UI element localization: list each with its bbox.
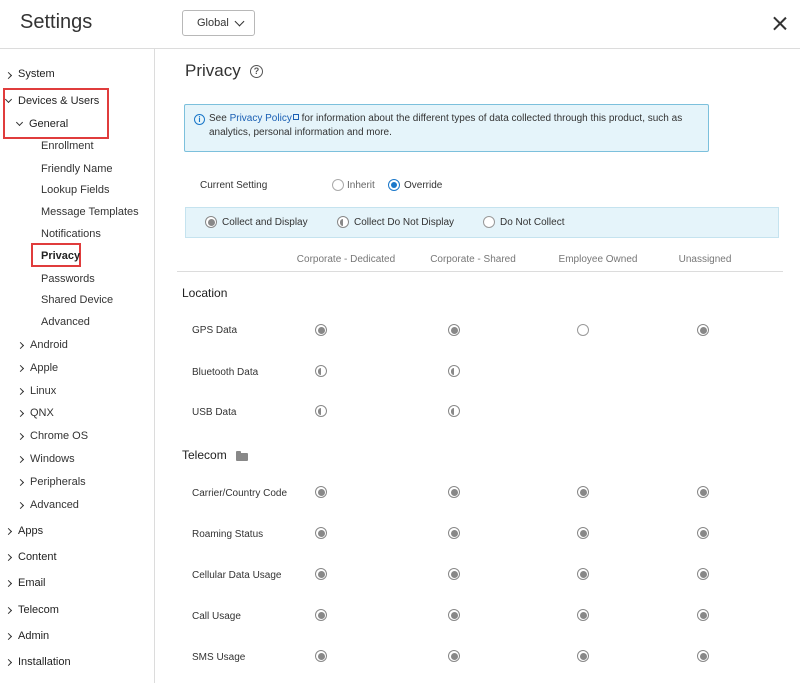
chevron-right-icon [16, 387, 25, 396]
section-telecom: Telecom [182, 448, 227, 462]
app-title: Settings [20, 11, 93, 33]
chevron-right-icon [4, 658, 13, 667]
sidebar-item-privacy[interactable]: Privacy [41, 250, 80, 262]
cellular-corporate-dedicated-radio[interactable] [315, 568, 327, 580]
row-label-carrier-country-code: Carrier/Country Code [192, 488, 288, 499]
column-header-corporate-shared: Corporate - Shared [430, 254, 516, 265]
chevron-right-icon [16, 432, 25, 441]
help-icon[interactable]: ? [250, 65, 263, 78]
chevron-right-icon [16, 341, 25, 350]
sms-corporate-dedicated-radio[interactable] [315, 650, 327, 662]
cellular-employee-owned-radio[interactable] [577, 568, 589, 580]
carrier-unassigned-radio[interactable] [697, 486, 709, 498]
carrier-employee-owned-radio[interactable] [577, 486, 589, 498]
call-unassigned-radio[interactable] [697, 609, 709, 621]
chevron-right-icon [4, 632, 13, 641]
scope-dropdown-value: Global [197, 17, 229, 29]
gps-corporate-dedicated-radio[interactable] [315, 324, 327, 336]
chevron-right-icon [16, 501, 25, 510]
call-corporate-shared-radio[interactable] [448, 609, 460, 621]
sidebar-item-lookup-fields[interactable]: Lookup Fields [41, 184, 110, 196]
gps-corporate-shared-radio[interactable] [448, 324, 460, 336]
usb-corporate-shared-radio[interactable] [448, 405, 460, 417]
roaming-unassigned-radio[interactable] [697, 527, 709, 539]
legend-bar: Collect and Display Collect Do Not Displ… [185, 207, 779, 238]
scope-dropdown[interactable]: Global [182, 10, 255, 36]
sidebar-item-passwords[interactable]: Passwords [41, 273, 95, 285]
row-label-roaming-status: Roaming Status [192, 529, 264, 540]
legend-collect-no-display: Collect Do Not Display [354, 217, 455, 228]
cellular-corporate-shared-radio[interactable] [448, 568, 460, 580]
current-setting-label: Current Setting [200, 180, 268, 191]
row-label-call-usage: Call Usage [192, 611, 241, 622]
sms-employee-owned-radio[interactable] [577, 650, 589, 662]
info-banner: i See Privacy Policy for information abo… [184, 104, 709, 152]
bluetooth-corporate-dedicated-radio[interactable] [315, 365, 327, 377]
row-label-usb-data: USB Data [192, 407, 237, 418]
call-corporate-dedicated-radio[interactable] [315, 609, 327, 621]
sms-unassigned-radio[interactable] [697, 650, 709, 662]
privacy-policy-link[interactable]: Privacy Policy [230, 113, 292, 124]
chevron-right-icon [4, 579, 13, 588]
chevron-right-icon [4, 71, 13, 80]
header-divider [177, 271, 783, 272]
privacy-panel: Privacy ? i See Privacy Policy for infor… [156, 49, 800, 683]
roaming-employee-owned-radio[interactable] [577, 527, 589, 539]
inherit-radio[interactable] [332, 179, 344, 191]
settings-header: Settings Global [0, 0, 800, 49]
page-title: Privacy [185, 61, 241, 80]
sidebar-item-notifications[interactable]: Notifications [41, 228, 101, 240]
carrier-corporate-dedicated-radio[interactable] [315, 486, 327, 498]
override-radio[interactable] [388, 179, 400, 191]
chevron-right-icon [16, 364, 25, 373]
chevron-right-icon [16, 409, 25, 418]
inherit-label: Inherit [347, 180, 375, 191]
call-employee-owned-radio[interactable] [577, 609, 589, 621]
chevron-right-icon [16, 478, 25, 487]
cellular-unassigned-radio[interactable] [697, 568, 709, 580]
override-label: Override [404, 180, 443, 191]
roaming-corporate-dedicated-radio[interactable] [315, 527, 327, 539]
usb-corporate-dedicated-radio[interactable] [315, 405, 327, 417]
folder-icon [236, 451, 248, 461]
chevron-right-icon [4, 527, 13, 536]
sms-corporate-shared-radio[interactable] [448, 650, 460, 662]
row-label-bluetooth-data: Bluetooth Data [192, 367, 259, 378]
chevron-down-icon [234, 16, 245, 27]
collect-display-icon [205, 216, 217, 228]
roaming-corporate-shared-radio[interactable] [448, 527, 460, 539]
sidebar-item-advanced-general[interactable]: Advanced [41, 316, 90, 328]
legend-do-not-collect: Do Not Collect [500, 217, 565, 228]
legend-collect-display: Collect and Display [222, 217, 308, 228]
chevron-right-icon [16, 455, 25, 464]
row-label-gps-data: GPS Data [192, 325, 238, 336]
column-header-unassigned: Unassigned [678, 254, 732, 265]
sidebar-item-enrollment[interactable]: Enrollment [41, 140, 94, 152]
row-label-sms-usage: SMS Usage [192, 652, 246, 663]
sidebar-item-shared-device[interactable]: Shared Device [41, 294, 113, 306]
section-location: Location [182, 286, 228, 300]
carrier-corporate-shared-radio[interactable] [448, 486, 460, 498]
gps-unassigned-radio[interactable] [697, 324, 709, 336]
close-icon[interactable] [770, 14, 790, 34]
sidebar-item-friendly-name[interactable]: Friendly Name [41, 163, 113, 175]
info-icon: i [194, 114, 205, 125]
chevron-right-icon [4, 606, 13, 615]
column-header-corporate-dedicated: Corporate - Dedicated [296, 254, 396, 265]
gps-employee-owned-radio[interactable] [577, 324, 589, 336]
row-label-cellular-data-usage: Cellular Data Usage [192, 570, 282, 581]
bluetooth-corporate-shared-radio[interactable] [448, 365, 460, 377]
chevron-right-icon [4, 553, 13, 562]
collect-no-display-icon [337, 216, 349, 228]
do-not-collect-icon [483, 216, 495, 228]
sidebar-item-message-templates[interactable]: Message Templates [41, 206, 139, 218]
settings-sidebar: System Devices & Users General Enrollmen… [0, 49, 155, 683]
